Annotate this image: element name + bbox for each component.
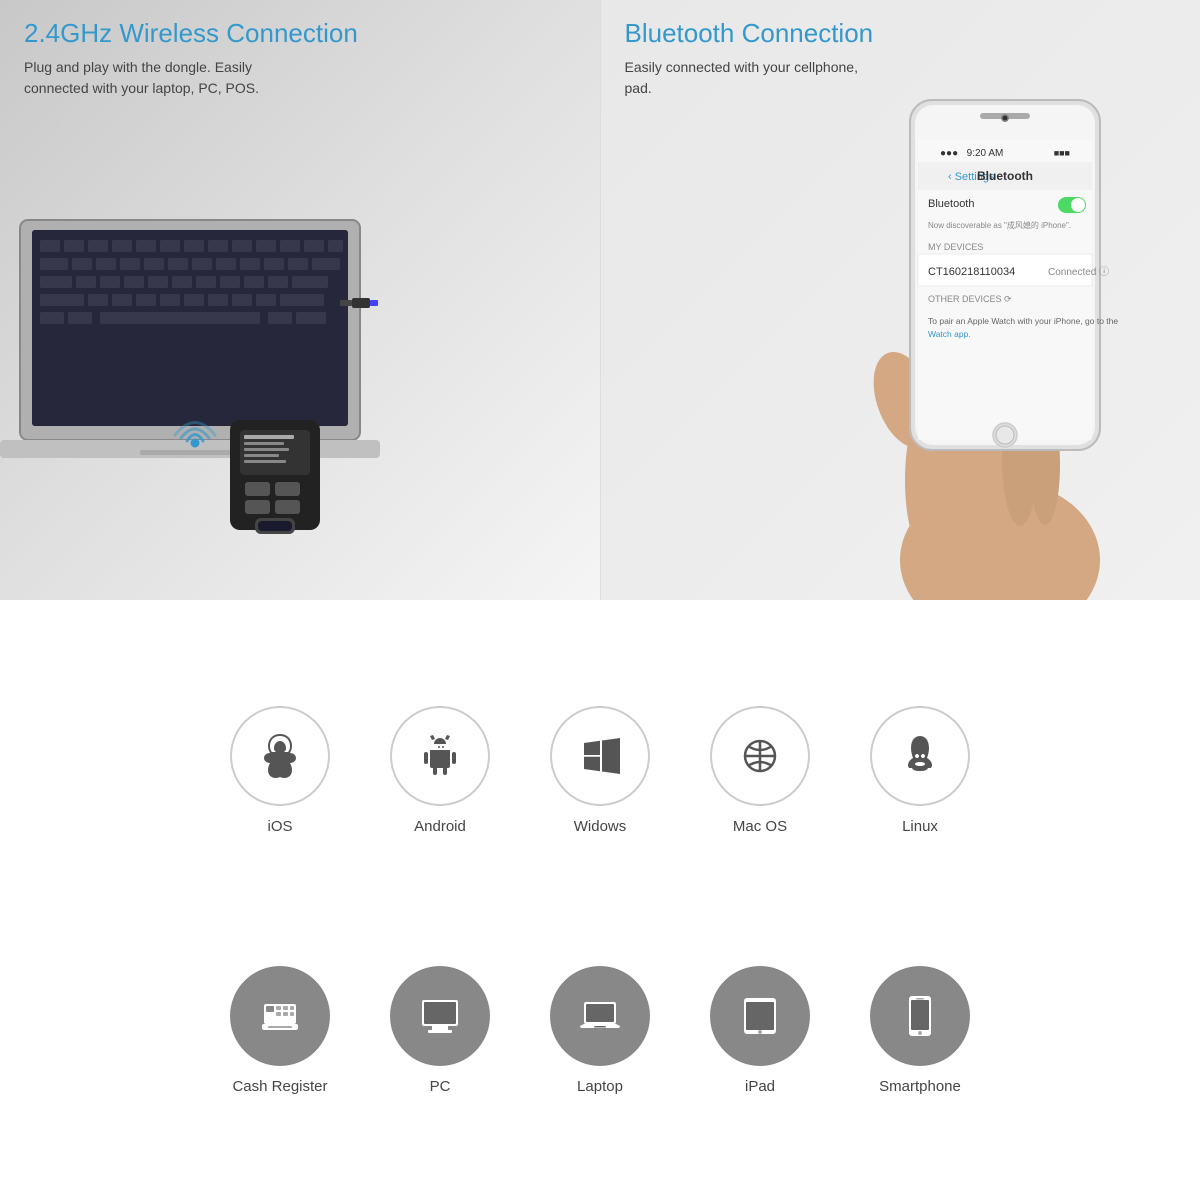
macos-item: Mac OS xyxy=(710,706,810,835)
svg-text:MY DEVICES: MY DEVICES xyxy=(928,242,983,252)
bluetooth-panel-text: Bluetooth Connection Easily connected wi… xyxy=(625,18,885,99)
svg-text:Connected ⓘ: Connected ⓘ xyxy=(1048,266,1109,278)
pc-icon-circle xyxy=(390,966,490,1066)
laptop-item: Laptop xyxy=(550,966,650,1095)
linux-item: Linux xyxy=(870,706,970,835)
ipad-icon-circle xyxy=(710,966,810,1066)
svg-text:OTHER DEVICES ⟳: OTHER DEVICES ⟳ xyxy=(928,294,1012,304)
bluetooth-desc: Easily connected with your cellphone, pa… xyxy=(625,57,885,99)
windows-icon-circle xyxy=(550,706,650,806)
phone-scene: ●●● 9:20 AM ■■■ ‹ Settings Bluetooth Blu… xyxy=(830,80,1170,600)
laptop-icon-circle xyxy=(550,966,650,1066)
pc-label: PC xyxy=(430,1078,451,1095)
macos-label: Mac OS xyxy=(733,818,787,835)
wifi-waves-icon xyxy=(165,400,225,450)
bluetooth-panel: Bluetooth Connection Easily connected wi… xyxy=(600,0,1200,600)
svg-text:■■■: ■■■ xyxy=(1054,148,1070,158)
scanner-device xyxy=(220,410,330,540)
wireless-panel: 2.4GHz Wireless Connection Plug and play… xyxy=(0,0,600,600)
smartphone-label: Smartphone xyxy=(879,1078,961,1095)
windows-item: Widows xyxy=(550,706,650,835)
svg-text:Watch app.: Watch app. xyxy=(928,329,971,339)
ipad-item: iPad xyxy=(710,966,810,1095)
pc-item: PC xyxy=(390,966,490,1095)
bluetooth-title: Bluetooth Connection xyxy=(625,18,885,49)
laptop-label: Laptop xyxy=(577,1078,623,1095)
svg-text:Bluetooth: Bluetooth xyxy=(928,198,974,210)
ios-label: iOS xyxy=(267,818,292,835)
cash-register-item: Cash Register xyxy=(230,966,330,1095)
ios-item: iOS xyxy=(230,706,330,835)
svg-text:●●●: ●●● xyxy=(940,148,958,159)
wireless-title: 2.4GHz Wireless Connection xyxy=(24,18,358,49)
svg-text:Bluetooth: Bluetooth xyxy=(977,169,1033,183)
wireless-panel-text: 2.4GHz Wireless Connection Plug and play… xyxy=(24,18,358,99)
svg-text:9:20 AM: 9:20 AM xyxy=(967,148,1004,159)
wireless-desc: Plug and play with the dongle. Easily co… xyxy=(24,57,284,99)
svg-text:To pair an Apple Watch with yo: To pair an Apple Watch with your iPhone,… xyxy=(928,316,1118,326)
svg-text:CT160218110034: CT160218110034 xyxy=(928,266,1015,278)
os-icons-row: iOS Android Widows xyxy=(230,706,970,835)
linux-icon-circle xyxy=(870,706,970,806)
smartphone-icon-circle xyxy=(870,966,970,1066)
cash-register-icon-circle xyxy=(230,966,330,1066)
cash-register-label: Cash Register xyxy=(232,1078,327,1095)
device-icons-row: Cash Register PC xyxy=(230,966,970,1095)
svg-text:Now discoverable as "成风媳的 iPho: Now discoverable as "成风媳的 iPhone". xyxy=(928,220,1071,230)
macos-icon-circle xyxy=(710,706,810,806)
ios-icon-circle xyxy=(230,706,330,806)
android-icon-circle xyxy=(390,706,490,806)
android-label: Android xyxy=(414,818,466,835)
windows-label: Widows xyxy=(574,818,627,835)
android-item: Android xyxy=(390,706,490,835)
smartphone-item: Smartphone xyxy=(870,966,970,1095)
bottom-section: iOS Android Widows xyxy=(0,600,1200,1200)
ipad-label: iPad xyxy=(745,1078,775,1095)
linux-label: Linux xyxy=(902,818,938,835)
